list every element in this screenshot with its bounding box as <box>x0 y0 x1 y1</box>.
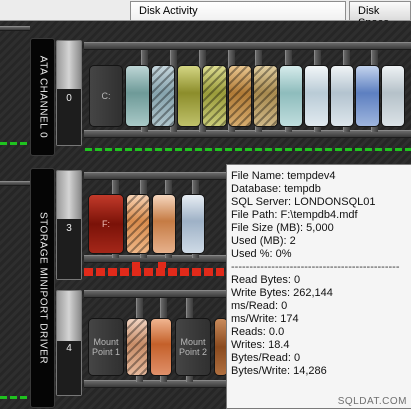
storage-driver-label-text: STORAGE MINIPORT DRIVER <box>37 211 48 365</box>
rail-top <box>84 290 229 298</box>
database-file-block[interactable] <box>381 65 405 127</box>
disk-mount-point-2[interactable]: Mount Point 2 <box>175 318 211 376</box>
watermark: SQLDAT.COM <box>337 396 407 407</box>
database-file-block[interactable] <box>304 65 329 127</box>
tempdb-log-block[interactable] <box>181 194 205 254</box>
tooltip-file-name: File Name: tempdev4 <box>231 170 336 182</box>
file-details-tooltip: File Name: tempdev4 Database: tempdb SQL… <box>226 164 411 409</box>
activity-bar <box>0 396 28 399</box>
disk-volume-f[interactable]: F: <box>88 194 124 254</box>
database-file-block[interactable] <box>228 65 252 127</box>
tempdb-file-block[interactable] <box>126 194 150 254</box>
storage-driver-label: STORAGE MINIPORT DRIVER <box>30 168 55 408</box>
database-file-block[interactable] <box>126 318 148 376</box>
rail-bottom <box>84 255 229 263</box>
queue-gauge: 3 <box>56 170 82 280</box>
database-file-block[interactable] <box>355 65 380 127</box>
activity-bar-red <box>84 268 224 276</box>
tooltip-write-bytes: Write Bytes: 262,144 <box>231 287 333 299</box>
rail-top <box>84 42 411 50</box>
queue-gauge-value: 0 <box>66 93 72 104</box>
rail-top <box>84 172 229 180</box>
tooltip-read-bytes: Read Bytes: 0 <box>231 274 301 286</box>
queue-gauge: 0 <box>56 40 82 146</box>
rail-bottom <box>84 130 411 138</box>
disk-mount-point-1[interactable]: Mount Point 1 <box>88 318 124 376</box>
rail-bottom <box>84 380 229 388</box>
tab-disk-space[interactable]: Disk Space <box>349 1 411 29</box>
activity-bar <box>0 142 28 145</box>
tooltip-bytes-write: Bytes/Write: 14,286 <box>231 365 327 377</box>
tab-disk-activity[interactable]: Disk Activity <box>130 1 346 20</box>
tooltip-sql-server: SQL Server: LONDONSQL01 <box>231 196 376 208</box>
disk-volume-label: Mount Point 2 <box>178 337 208 357</box>
tooltip-ms-read: ms/Read: 0 <box>231 300 288 312</box>
rail <box>0 181 30 186</box>
disk-volume-label: F: <box>102 219 110 229</box>
tab-strip: Disk Activity Disk Space <box>0 0 411 29</box>
queue-gauge-value: 3 <box>66 223 72 234</box>
database-file-block[interactable] <box>279 65 303 127</box>
queue-gauge-value: 4 <box>66 343 72 354</box>
activity-bar <box>85 148 411 151</box>
disk-volume-c[interactable]: C: <box>89 65 123 127</box>
database-file-block[interactable] <box>151 65 175 127</box>
activity-marker <box>132 262 140 268</box>
tooltip-file-path: File Path: F:\tempdb4.mdf <box>231 209 358 221</box>
tooltip-ms-write: ms/Write: 174 <box>231 313 299 325</box>
database-file-block[interactable] <box>330 65 354 127</box>
tooltip-database: Database: tempdb <box>231 183 321 195</box>
ata-channel-label-text: ATA CHANNEL 0 <box>37 55 48 139</box>
database-file-block[interactable] <box>150 318 172 376</box>
tooltip-used: Used (MB): 2 <box>231 235 296 247</box>
database-file-block[interactable] <box>177 65 201 127</box>
tooltip-separator: ----------------------------------------… <box>231 261 400 273</box>
disk-volume-label: Mount Point 1 <box>91 337 121 357</box>
tooltip-used-pct: Used %: 0% <box>231 248 292 260</box>
activity-marker <box>158 262 166 268</box>
tooltip-file-size: File Size (MB): 5,000 <box>231 222 334 234</box>
database-file-block[interactable] <box>253 65 278 127</box>
tempdb-file-block[interactable] <box>152 194 176 254</box>
tooltip-reads: Reads: 0.0 <box>231 326 285 338</box>
tooltip-bytes-read: Bytes/Read: 0 <box>231 352 301 364</box>
tooltip-writes: Writes: 18.4 <box>231 339 290 351</box>
disk-volume-label: C: <box>101 91 111 101</box>
database-file-block[interactable] <box>125 65 150 127</box>
rail <box>0 26 30 31</box>
ata-channel-label: ATA CHANNEL 0 <box>30 38 55 156</box>
queue-gauge: 4 <box>56 290 82 396</box>
database-file-block[interactable] <box>202 65 227 127</box>
